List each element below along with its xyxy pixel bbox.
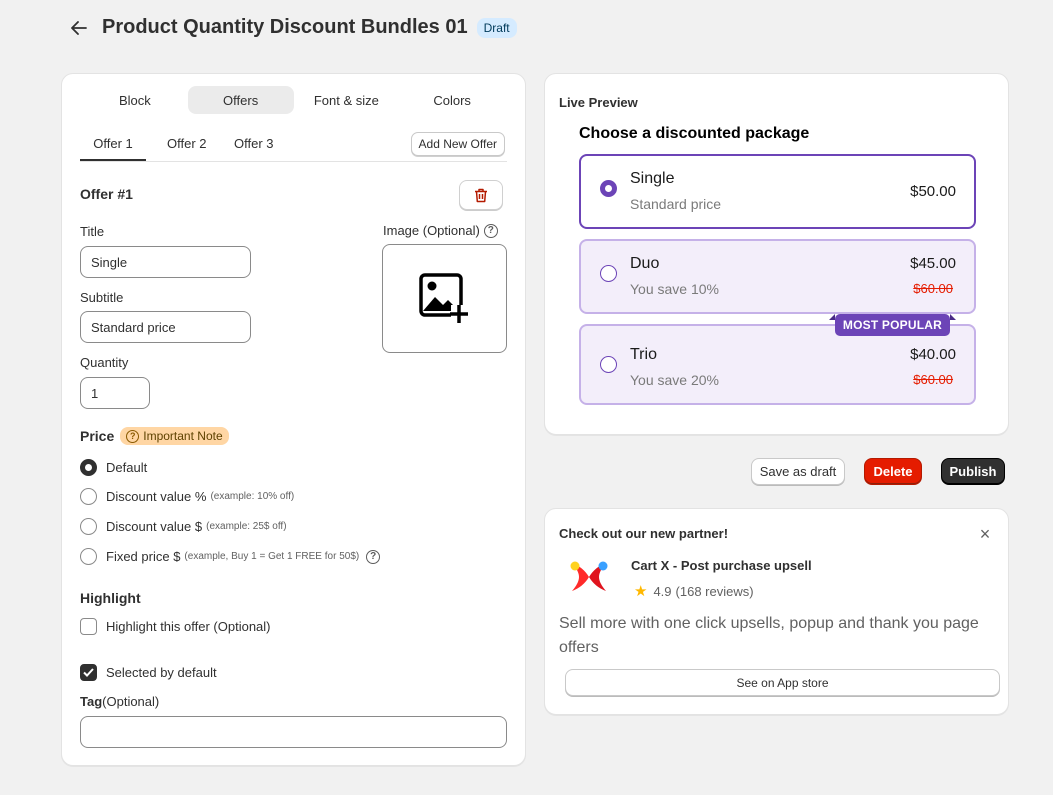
highlight-checkbox[interactable] [80,618,97,635]
price-option-label: Discount value % [106,489,206,504]
tab-offer-3[interactable]: Offer 3 [234,136,274,159]
package-option-single[interactable]: Single Standard price $50.00 [579,154,976,229]
package-subtitle: You save 20% [630,372,719,388]
help-icon[interactable]: ? [484,224,498,238]
price-option-hint: (example: 25$ off) [206,521,286,532]
tab-offers[interactable]: Offers [188,86,294,114]
status-badge: Draft [477,18,517,38]
radio-button[interactable] [80,548,97,565]
package-title: Duo [630,255,659,273]
close-icon[interactable]: × [975,524,995,544]
highlight-offer-checkbox-row[interactable]: Highlight this offer (Optional) [80,618,271,635]
tab-offer-1[interactable]: Offer 1 [80,136,146,161]
add-image-icon [418,272,472,326]
radio-button[interactable] [80,518,97,535]
package-price: $45.00 [910,255,956,272]
radio-button[interactable] [600,356,617,373]
package-price: $40.00 [910,346,956,363]
subtitle-input[interactable] [80,311,251,343]
add-new-offer-button[interactable]: Add New Offer [411,132,505,156]
selected-default-checkbox[interactable] [80,664,97,681]
package-old-price: $60.00 [913,281,953,296]
page-title: Product Quantity Discount Bundles 01 [102,16,468,39]
price-option-default[interactable]: Default [80,459,147,476]
price-option-hint: (example, Buy 1 = Get 1 FREE for 50$) [184,551,359,562]
partner-rating: ★ 4.9 (168 reviews) [634,582,754,600]
quantity-input[interactable] [80,377,150,409]
most-popular-badge: MOST POPULAR [835,314,950,336]
cartx-logo [567,557,611,597]
selected-default-label: Selected by default [106,665,217,680]
price-heading: Price [80,428,114,444]
package-option-duo[interactable]: Duo You save 10% $45.00 $60.00 [579,239,976,314]
tag-optional-label: (Optional) [102,694,159,709]
page-header: Product Quantity Discount Bundles 01 Dra… [68,16,517,39]
tag-input[interactable] [80,716,507,748]
price-option-discount-value[interactable]: Discount value $ (example: 25$ off) [80,518,287,535]
price-option-hint: (example: 10% off) [210,491,294,502]
partner-card: Check out our new partner! × Cart X - Po… [544,508,1009,715]
price-option-label: Discount value $ [106,519,202,534]
delete-button[interactable]: Delete [864,458,922,485]
offer-tabs: Offer 1 Offer 2 Offer 3 Add New Offer [80,132,507,162]
package-old-price: $60.00 [913,372,953,387]
review-count: (168 reviews) [676,584,754,599]
settings-tabs: Block Offers Font & size Colors [82,86,505,114]
tab-offer-2[interactable]: Offer 2 [167,136,207,159]
tab-block[interactable]: Block [82,86,188,114]
title-label: Title [80,224,104,239]
tab-font-size[interactable]: Font & size [294,86,400,114]
choose-package-heading: Choose a discounted package [579,125,809,143]
help-icon: ? [126,430,139,443]
back-arrow-icon[interactable] [68,17,90,39]
highlight-checkbox-label: Highlight this offer (Optional) [106,619,271,634]
price-option-label: Default [106,460,147,475]
radio-button[interactable] [80,459,97,476]
price-heading-row: Price ? Important Note [80,427,229,445]
help-icon[interactable]: ? [366,550,380,564]
radio-button[interactable] [80,488,97,505]
checkmark-icon [83,668,94,677]
image-label: Image (Optional) [383,223,480,238]
package-title: Trio [630,346,657,364]
save-draft-button[interactable]: Save as draft [751,458,845,485]
image-upload[interactable] [382,244,507,353]
radio-button[interactable] [600,265,617,282]
package-subtitle: You save 10% [630,281,719,297]
highlight-heading: Highlight [80,590,141,606]
radio-button[interactable] [600,180,617,197]
trash-icon [474,188,488,203]
package-option-trio[interactable]: MOST POPULAR Trio You save 20% $40.00 $6… [579,324,976,405]
partner-app-name: Cart X - Post purchase upsell [631,558,812,573]
publish-button[interactable]: Publish [941,458,1005,485]
tag-label: Tag [80,694,102,709]
package-title: Single [630,170,674,188]
price-option-discount-percent[interactable]: Discount value % (example: 10% off) [80,488,294,505]
partner-heading: Check out our new partner! [559,526,728,541]
tag-label-row: Tag(Optional) [80,694,159,709]
subtitle-label: Subtitle [80,290,123,305]
partner-description: Sell more with one click upsells, popup … [559,612,999,660]
offer-editor-card: Block Offers Font & size Colors Offer 1 … [61,73,526,766]
title-input[interactable] [80,246,251,278]
quantity-label: Quantity [80,355,128,370]
important-note-badge[interactable]: ? Important Note [120,427,228,445]
important-note-label: Important Note [143,429,222,443]
price-option-fixed[interactable]: Fixed price $ (example, Buy 1 = Get 1 FR… [80,548,380,565]
selected-default-checkbox-row[interactable]: Selected by default [80,664,217,681]
offer-heading: Offer #1 [80,186,133,202]
package-price: $50.00 [910,183,956,200]
rating-value: 4.9 [653,584,671,599]
tab-colors[interactable]: Colors [399,86,505,114]
price-option-label: Fixed price $ [106,549,180,564]
delete-offer-button[interactable] [459,180,503,210]
live-preview-heading: Live Preview [559,95,638,110]
see-on-app-store-button[interactable]: See on App store [565,669,1000,696]
package-subtitle: Standard price [630,196,721,212]
live-preview-card: Live Preview Choose a discounted package… [544,73,1009,435]
image-label-row: Image (Optional) ? [383,223,498,238]
star-icon: ★ [634,582,647,600]
